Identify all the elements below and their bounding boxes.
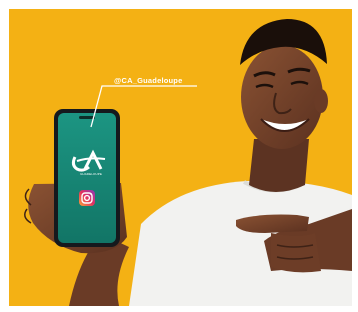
photo: @CA_Guadeloupe GUADELOUPE (9, 9, 352, 306)
logo-tagline: GUADELOUPE (80, 172, 102, 176)
scene-illustration (9, 9, 352, 306)
image-frame: @CA_Guadeloupe GUADELOUPE (0, 0, 358, 312)
instagram-icon (79, 190, 95, 206)
face (241, 45, 323, 149)
phone-screen (58, 113, 116, 243)
social-handle-label: @CA_Guadeloupe (114, 76, 183, 85)
